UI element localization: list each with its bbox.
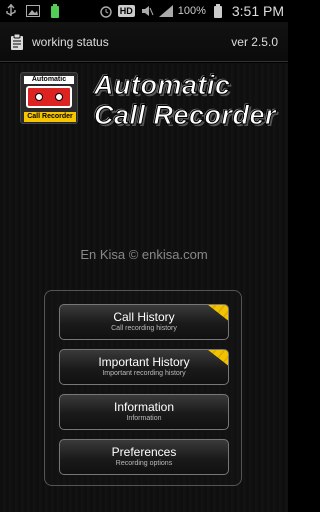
button-title: Important History: [98, 355, 190, 369]
preferences-button[interactable]: Preferences Recording options: [59, 439, 229, 475]
signal-icon: [158, 4, 173, 18]
button-subtitle: Recording options: [115, 460, 173, 467]
battery-small-icon: [48, 4, 62, 18]
battery-icon: [211, 4, 225, 18]
status-bar: HD 100% 3:51 PM: [0, 0, 288, 22]
title-bar: working status ver 2.5.0: [0, 22, 288, 62]
button-subtitle: Information: [126, 415, 162, 422]
version-label: ver 2.5.0: [231, 34, 278, 49]
clock: 3:51 PM: [231, 3, 284, 19]
credit-text: En Kisa © enkisa.com: [80, 247, 208, 262]
important-history-button[interactable]: Important History Important recording hi…: [59, 349, 229, 385]
button-subtitle: Call recording history: [111, 325, 177, 332]
app-logo: Automatic Call Recorder Automatic Call R…: [20, 70, 277, 132]
call-history-button[interactable]: Call History Call recording history: [59, 304, 229, 340]
usb-icon: [4, 4, 18, 18]
image-icon: [26, 4, 40, 18]
menu-panel: Call History Call recording history Impo…: [44, 290, 242, 486]
button-subtitle: Important recording history: [102, 370, 186, 377]
clipboard-icon[interactable]: [10, 33, 24, 50]
information-button[interactable]: Information Information: [59, 394, 229, 430]
alarm-icon: [99, 4, 113, 18]
button-title: Call History: [113, 310, 175, 324]
cassette-logo-icon: Automatic Call Recorder: [20, 72, 78, 124]
cassette-tape: [26, 86, 72, 108]
button-title: Preferences: [111, 445, 177, 459]
hd-icon: HD: [117, 5, 135, 17]
status-title: working status: [32, 34, 109, 49]
reel-left: [35, 93, 43, 101]
logo-top-label: Automatic: [24, 76, 74, 84]
battery-percent: 100%: [177, 5, 206, 17]
logo-title-line1: Automatic: [94, 70, 231, 101]
button-title: Information: [113, 400, 175, 414]
mute-icon: [140, 4, 154, 18]
reel-right: [55, 93, 63, 101]
logo-bottom-label: Call Recorder: [24, 112, 76, 122]
logo-title-line2: Call Recorder: [93, 100, 277, 131]
